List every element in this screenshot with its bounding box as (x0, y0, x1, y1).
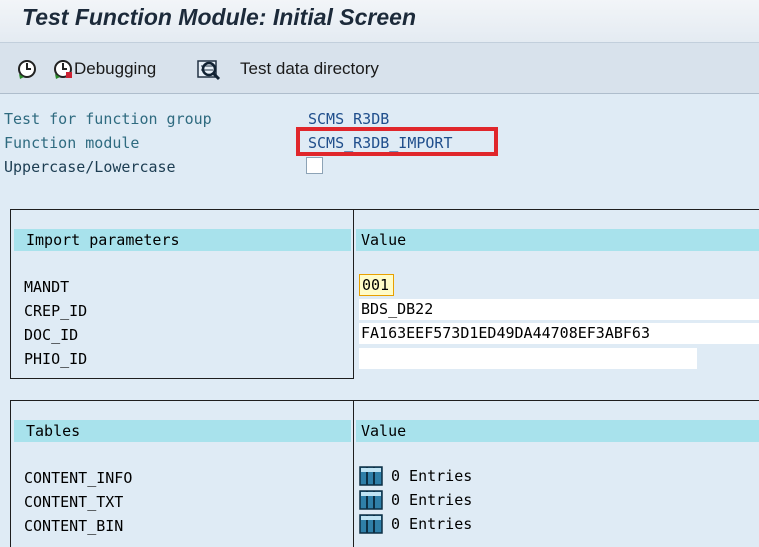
table-entries-content-info[interactable]: 0 Entries (359, 465, 472, 487)
param-value-crep-id[interactable]: BDS_DB22 (359, 299, 759, 320)
param-name-phio-id: PHIO_ID (24, 350, 88, 368)
table-name-content-info: CONTENT_INFO (24, 469, 133, 487)
param-value-doc-id[interactable]: FA163EEF573D1ED49DA44708EF3ABF63 (359, 323, 759, 344)
debug-icon (52, 58, 74, 80)
tables-value-column-header: Value (356, 420, 759, 442)
test-data-directory-label: Test data directory (240, 59, 379, 78)
tables-column-header: Tables (14, 420, 351, 442)
import-parameters-section: Import parameters Value MANDT 001 CREP_I… (10, 209, 759, 379)
table-icon (359, 490, 383, 510)
table-name-content-bin: CONTENT_BIN (24, 517, 124, 535)
function-module-label: Function module (4, 134, 140, 152)
test-data-directory-button[interactable]: Test data directory (196, 55, 379, 83)
test-data-icon (196, 58, 221, 81)
application-toolbar: Debugging Test data directory (0, 42, 759, 94)
function-group-value: SCMS_R3DB (308, 110, 390, 128)
table-entries-content-bin[interactable]: 0 Entries (359, 513, 472, 535)
debugging-button[interactable]: Debugging (52, 55, 156, 83)
function-module-highlight (296, 127, 498, 156)
import-parameters-header: Import parameters Value (11, 229, 759, 251)
main-content: Test for function group SCMS_R3DB Functi… (0, 95, 759, 547)
debugging-label: Debugging (74, 59, 157, 78)
tables-header: Tables Value (11, 420, 759, 442)
param-value-mandt[interactable]: 001 (359, 274, 394, 296)
import-parameters-column-header: Import parameters (14, 229, 351, 251)
value-column-header: Value (356, 229, 759, 251)
uppercase-lowercase-label: Uppercase/Lowercase (4, 158, 176, 176)
title-bar: Test Function Module: Initial Screen (0, 0, 759, 42)
table-entries-label: 0 Entries (391, 491, 473, 509)
table-icon (359, 514, 383, 534)
uppercase-lowercase-checkbox[interactable] (306, 157, 323, 174)
tables-section: Tables Value CONTENT_INFO 0 Entries CONT… (10, 400, 759, 547)
function-group-label: Test for function group (4, 110, 212, 128)
table-entries-label: 0 Entries (391, 467, 473, 485)
table-name-content-txt: CONTENT_TXT (24, 493, 124, 511)
page-title: Test Function Module: Initial Screen (22, 4, 417, 30)
table-icon (359, 466, 383, 486)
table-entries-label: 0 Entries (391, 515, 473, 533)
section-bottom-border (11, 378, 354, 379)
table-entries-content-txt[interactable]: 0 Entries (359, 489, 472, 511)
execute-icon (16, 58, 38, 80)
param-name-crep-id: CREP_ID (24, 302, 88, 320)
execute-button[interactable] (16, 55, 38, 83)
param-value-phio-id[interactable] (359, 348, 697, 369)
param-name-mandt: MANDT (24, 278, 70, 296)
param-name-doc-id: DOC_ID (24, 326, 79, 344)
